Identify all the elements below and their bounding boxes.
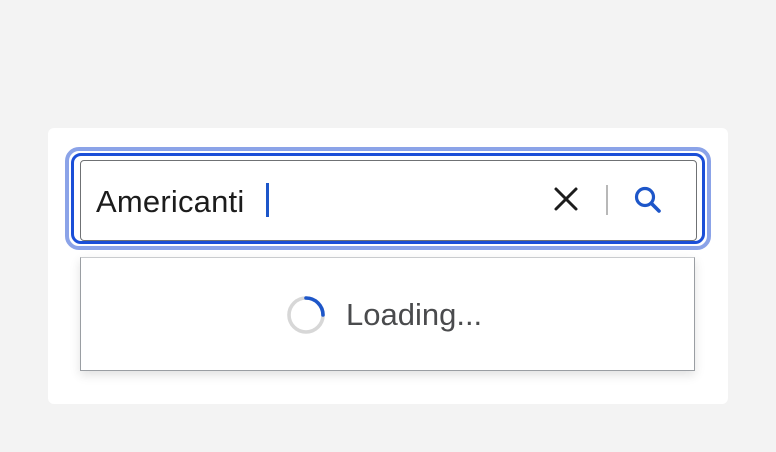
search-input-value[interactable]: Americanti — [96, 180, 244, 224]
loading-status-text: Loading... — [346, 297, 483, 332]
clear-search-button[interactable] — [546, 181, 586, 221]
button-divider — [606, 185, 608, 215]
spinner-icon — [285, 294, 327, 336]
close-icon — [553, 186, 579, 217]
search-button[interactable] — [626, 180, 670, 224]
text-caret — [266, 183, 269, 217]
search-icon — [632, 184, 664, 221]
